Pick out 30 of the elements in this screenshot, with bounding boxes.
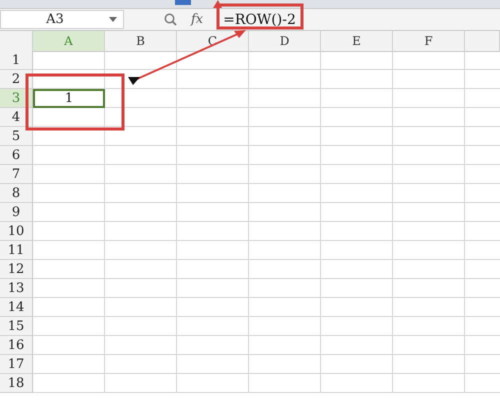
row-header[interactable]: 2: [0, 70, 33, 89]
zoom-icon[interactable]: [164, 13, 177, 26]
column-header[interactable]: B: [105, 31, 177, 52]
row-header[interactable]: 16: [0, 336, 33, 355]
column-header[interactable]: F: [393, 31, 465, 52]
row-header[interactable]: 6: [0, 146, 33, 165]
row-header[interactable]: 7: [0, 165, 33, 184]
row-header[interactable]: 10: [0, 222, 33, 241]
column-header[interactable]: E: [321, 31, 393, 52]
row-header[interactable]: 13: [0, 279, 33, 298]
cell-reference: A3: [45, 12, 65, 27]
arrow: [213, 0, 222, 8]
caret-icon[interactable]: [109, 17, 117, 22]
formula-text[interactable]: =ROW()-2: [223, 12, 296, 28]
row-header[interactable]: 1: [0, 51, 33, 70]
row-header[interactable]: 18: [0, 374, 33, 393]
name-box[interactable]: A3: [0, 10, 124, 29]
row-header[interactable]: 11: [0, 241, 33, 260]
row-header[interactable]: 12: [0, 260, 33, 279]
tab-strip: [175, 0, 191, 5]
row-header[interactable]: 17: [0, 355, 33, 374]
function-button[interactable]: fx: [191, 12, 204, 27]
row-header[interactable]: 4: [0, 108, 33, 127]
column-header[interactable]: D: [249, 31, 321, 52]
row-header[interactable]: 8: [0, 184, 33, 203]
row-header[interactable]: 5: [0, 127, 33, 146]
row-header[interactable]: 14: [0, 298, 33, 317]
row-header[interactable]: 15: [0, 317, 33, 336]
row-header[interactable]: 9: [0, 203, 33, 222]
selected-cell[interactable]: 1: [33, 89, 105, 108]
